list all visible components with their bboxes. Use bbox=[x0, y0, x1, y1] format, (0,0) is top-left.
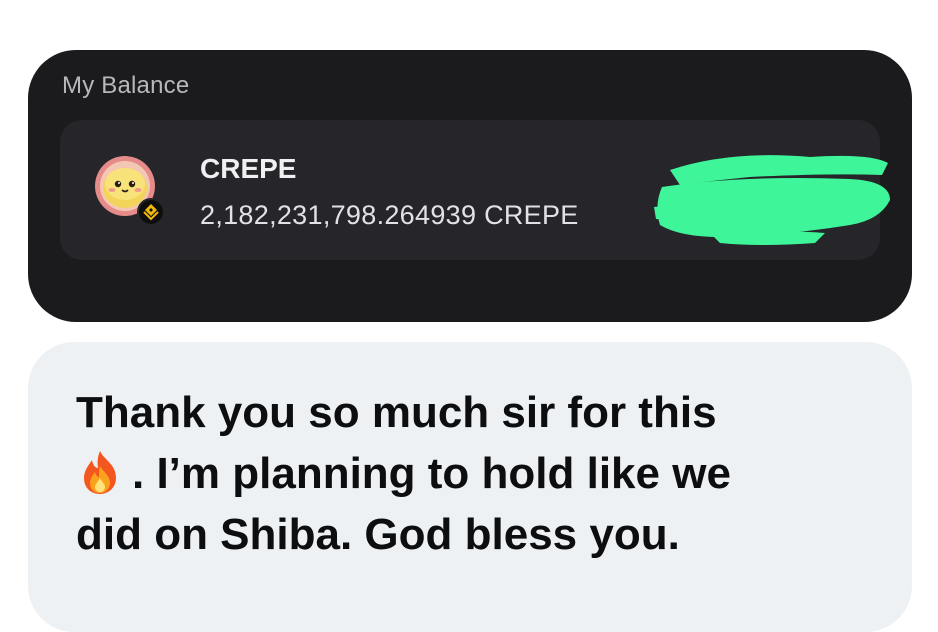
balance-card: My Balance CREPE 2,182,231,798.264939 CR… bbox=[28, 50, 912, 322]
token-amount: 2,182,231,798.264939 CREPE bbox=[200, 200, 579, 230]
balance-title: My Balance bbox=[62, 72, 190, 99]
token-name: CREPE bbox=[200, 153, 297, 184]
message-line-2-text: . I’m planning to hold like we bbox=[132, 449, 731, 498]
message-text: Thank you so much sir for this . I’m pla… bbox=[76, 382, 876, 565]
fire-emoji-icon bbox=[84, 451, 116, 494]
crepe-mascot-icon bbox=[95, 156, 165, 226]
redaction-scribble bbox=[654, 155, 890, 245]
message-line-2: . I’m planning to hold like we bbox=[76, 443, 876, 504]
message-bubble: Thank you so much sir for this . I’m pla… bbox=[28, 342, 912, 632]
message-line-1: Thank you so much sir for this bbox=[76, 388, 717, 437]
message-line-3: did on Shiba. God bless you. bbox=[76, 510, 680, 559]
